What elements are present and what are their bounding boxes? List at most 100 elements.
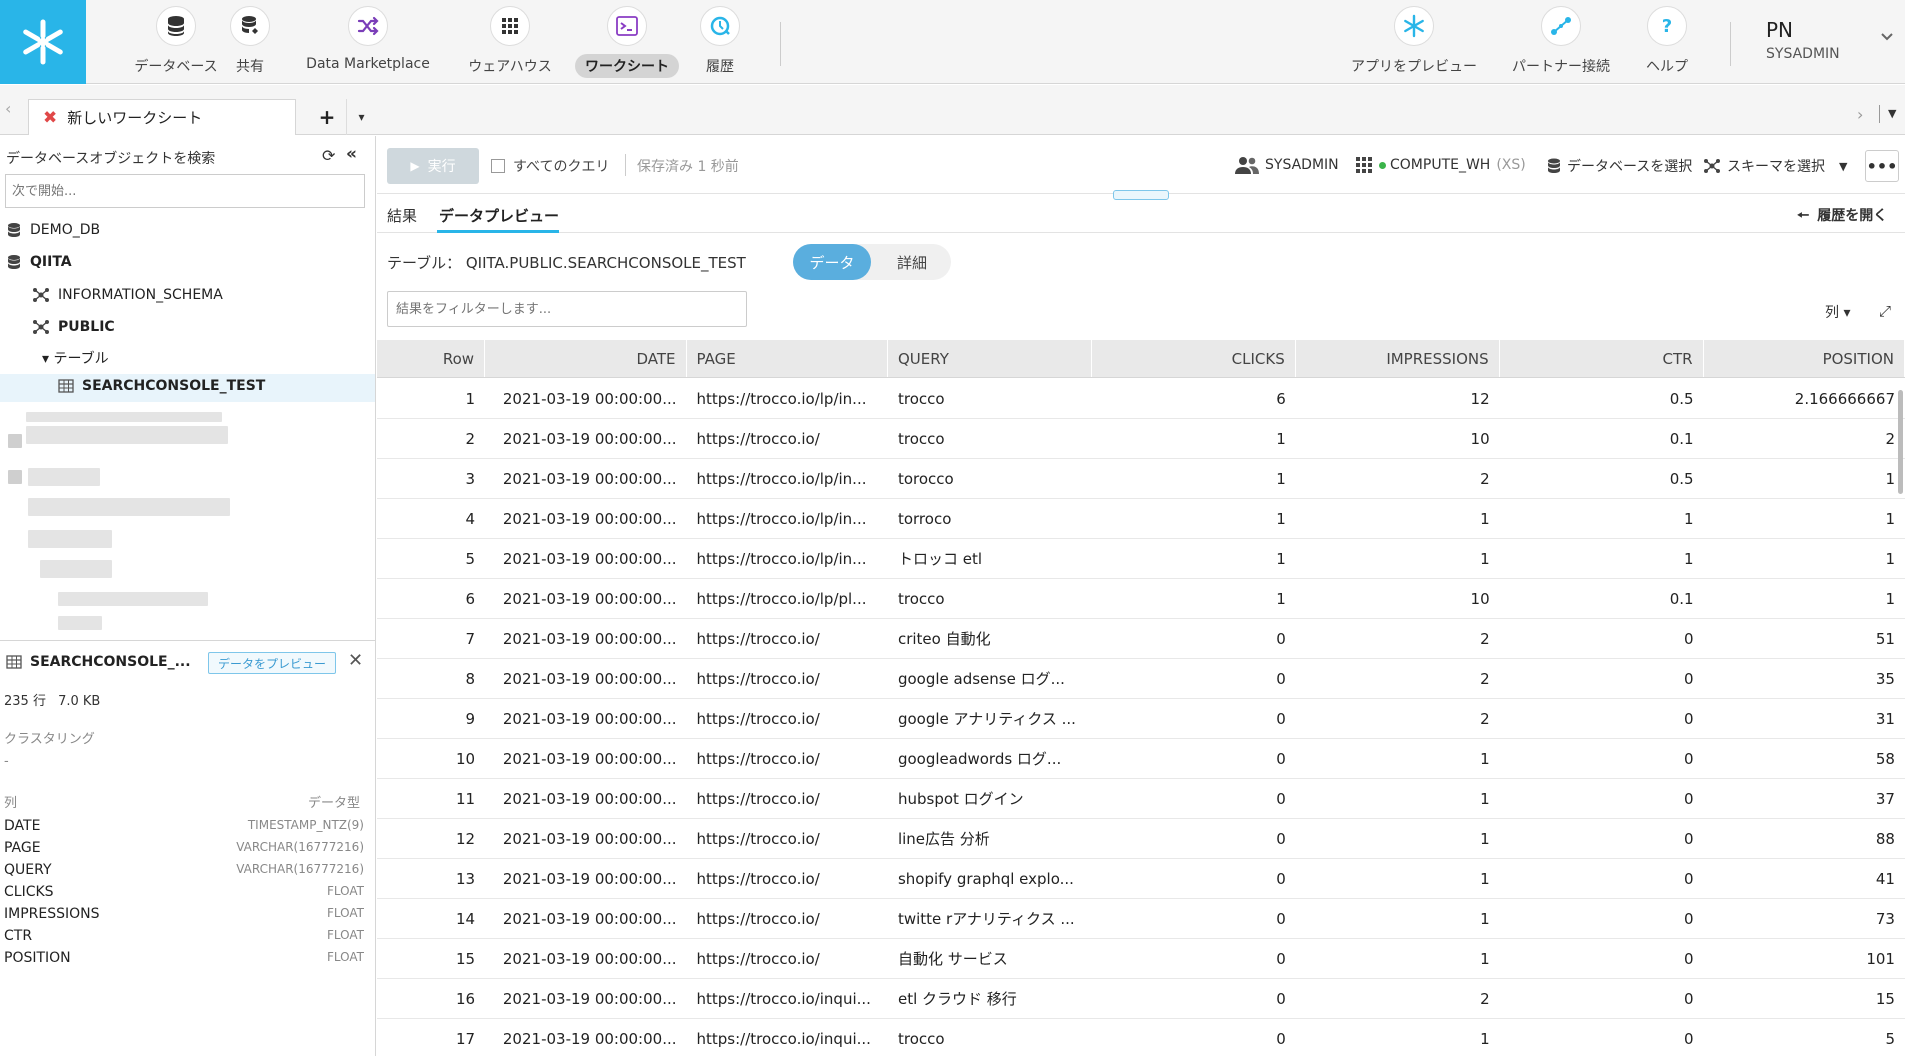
table-cell[interactable]: 1 <box>377 379 485 418</box>
nav-warehouses[interactable]: ウェアハウス <box>460 6 560 78</box>
worksheet-menu-button[interactable]: ▾ <box>346 99 376 135</box>
column-header[interactable]: CLICKS <box>1092 340 1296 377</box>
table-cell[interactable]: 5 <box>377 539 485 578</box>
table-cell[interactable]: 2021-03-19 00:00:00... <box>485 1019 686 1056</box>
column-row[interactable]: IMPRESSIONS FLOAT <box>4 906 364 922</box>
table-cell[interactable]: 0 <box>1092 819 1296 858</box>
table-cell[interactable]: 14 <box>377 899 485 938</box>
run-button[interactable]: ▶ 実行 <box>387 148 479 184</box>
database-selector[interactable]: データベースを選択 <box>1547 156 1692 176</box>
table-cell[interactable]: 73 <box>1704 899 1905 938</box>
table-cell[interactable]: 1 <box>1092 499 1296 538</box>
table-cell[interactable]: 2021-03-19 00:00:00... <box>485 899 686 938</box>
toggle-detail[interactable]: 詳細 <box>873 244 951 280</box>
table-cell[interactable]: 2 <box>1296 459 1500 498</box>
column-row[interactable]: CLICKS FLOAT <box>4 884 364 900</box>
table-cell[interactable]: 0 <box>1500 1019 1704 1056</box>
table-cell[interactable]: 2021-03-19 00:00:00... <box>485 939 686 978</box>
worksheet-tab[interactable]: ✖ 新しいワークシート <box>28 99 296 135</box>
table-cell[interactable]: 1 <box>1296 739 1500 778</box>
table-row[interactable]: 12 2021-03-19 00:00:00... https://trocco.i… <box>377 819 1905 859</box>
table-cell[interactable]: https://trocco.io/ <box>687 619 888 658</box>
table-row[interactable]: 14 2021-03-19 00:00:00... https://trocco.i… <box>377 899 1905 939</box>
collapse-panel-icon[interactable]: « <box>346 144 357 164</box>
add-worksheet-button[interactable]: + <box>310 99 344 135</box>
table-cell[interactable]: 0 <box>1500 819 1704 858</box>
table-cell[interactable]: google adsense ログ... <box>888 659 1092 698</box>
table-row[interactable]: 6 2021-03-19 00:00:00... https://trocco.io… <box>377 579 1905 619</box>
table-cell[interactable]: 自動化 サービス <box>888 939 1092 978</box>
table-cell[interactable]: 0 <box>1092 699 1296 738</box>
table-cell[interactable]: 10 <box>1296 419 1500 458</box>
table-cell[interactable]: 5 <box>1704 1019 1905 1056</box>
table-row[interactable]: 5 2021-03-19 00:00:00... https://trocco.io… <box>377 539 1905 579</box>
table-cell[interactable]: https://trocco.io/ <box>687 939 888 978</box>
table-cell[interactable]: twitte rアナリティクス ... <box>888 899 1092 938</box>
table-cell[interactable]: 0 <box>1092 979 1296 1018</box>
table-row[interactable]: 9 2021-03-19 00:00:00... https://trocco.io… <box>377 699 1905 739</box>
table-cell[interactable]: etl クラウド 移行 <box>888 979 1092 1018</box>
nav-partner-connect[interactable]: パートナー接続 <box>1496 6 1626 78</box>
table-cell[interactable]: 2 <box>1296 659 1500 698</box>
column-header[interactable]: CTR <box>1500 340 1704 377</box>
column-row[interactable]: DATE TIMESTAMP_NTZ(9) <box>4 818 364 834</box>
table-cell[interactable]: 9 <box>377 699 485 738</box>
table-cell[interactable]: 2021-03-19 00:00:00... <box>485 419 686 458</box>
table-cell[interactable]: https://trocco.io/ <box>687 859 888 898</box>
table-cell[interactable]: 101 <box>1704 939 1905 978</box>
table-cell[interactable]: 0 <box>1500 659 1704 698</box>
table-cell[interactable]: 2 <box>1296 619 1500 658</box>
table-cell[interactable]: 2021-03-19 00:00:00... <box>485 979 686 1018</box>
table-cell[interactable]: torocco <box>888 459 1092 498</box>
table-cell[interactable]: 2021-03-19 00:00:00... <box>485 819 686 858</box>
nav-help[interactable]: ? ヘルプ <box>1634 6 1700 78</box>
table-cell[interactable]: 2021-03-19 00:00:00... <box>485 859 686 898</box>
table-cell[interactable]: 0.5 <box>1500 459 1704 498</box>
column-header[interactable]: Row <box>377 340 486 377</box>
nav-shares[interactable]: 共有 <box>210 6 290 78</box>
table-cell[interactable]: https://trocco.io/ <box>687 739 888 778</box>
table-cell[interactable]: 8 <box>377 659 485 698</box>
table-cell[interactable]: 0 <box>1092 619 1296 658</box>
vertical-scrollbar[interactable] <box>1898 390 1903 494</box>
table-cell[interactable]: 1 <box>1296 819 1500 858</box>
table-cell[interactable]: 35 <box>1704 659 1905 698</box>
table-cell[interactable]: https://trocco.io/ <box>687 659 888 698</box>
expand-icon[interactable]: ⤢ <box>1879 302 1891 320</box>
table-cell[interactable]: 15 <box>377 939 485 978</box>
table-cell[interactable]: https://trocco.io/ <box>687 819 888 858</box>
snowflake-logo[interactable] <box>0 0 86 84</box>
table-cell[interactable]: 0 <box>1092 739 1296 778</box>
table-cell[interactable]: 1 <box>1704 499 1905 538</box>
table-cell[interactable]: 37 <box>1704 779 1905 818</box>
table-cell[interactable]: 10 <box>1296 579 1500 618</box>
more-options-button[interactable]: ••• <box>1865 150 1899 182</box>
table-cell[interactable]: 1 <box>1500 539 1704 578</box>
table-cell[interactable]: 0 <box>1092 779 1296 818</box>
table-cell[interactable]: 11 <box>377 779 485 818</box>
all-queries-checkbox[interactable]: すべてのクエリ <box>491 156 609 176</box>
table-cell[interactable]: https://trocco.io/ <box>687 779 888 818</box>
table-row[interactable]: 7 2021-03-19 00:00:00... https://trocco.io… <box>377 619 1905 659</box>
table-cell[interactable]: 10 <box>377 739 485 778</box>
table-cell[interactable]: torroco <box>888 499 1092 538</box>
table-cell[interactable]: 3 <box>377 459 485 498</box>
tree-item-demo-db[interactable]: DEMO_DB <box>6 222 100 238</box>
table-row[interactable]: 11 2021-03-19 00:00:00... https://trocco.i… <box>377 779 1905 819</box>
table-cell[interactable]: 7 <box>377 619 485 658</box>
table-cell[interactable]: 1 <box>1704 539 1905 578</box>
table-row[interactable]: 17 2021-03-19 00:00:00... https://trocco.i… <box>377 1019 1905 1056</box>
table-cell[interactable]: 2021-03-19 00:00:00... <box>485 659 686 698</box>
table-cell[interactable]: line広告 分析 <box>888 819 1092 858</box>
table-cell[interactable]: 2021-03-19 00:00:00... <box>485 699 686 738</box>
table-row[interactable]: 13 2021-03-19 00:00:00... https://trocco.i… <box>377 859 1905 899</box>
nav-history[interactable]: 履歴 <box>690 6 750 78</box>
table-cell[interactable]: 1 <box>1296 859 1500 898</box>
table-cell[interactable]: 16 <box>377 979 485 1018</box>
table-cell[interactable]: 1 <box>1296 779 1500 818</box>
table-cell[interactable]: 1 <box>1704 459 1905 498</box>
tree-item-searchconsole-test[interactable]: SEARCHCONSOLE_TEST <box>58 378 265 394</box>
table-cell[interactable]: trocco <box>888 419 1092 458</box>
schema-selector[interactable]: スキーマを選択 ▼ <box>1703 156 1847 176</box>
tree-item-public[interactable]: PUBLIC <box>32 318 115 336</box>
